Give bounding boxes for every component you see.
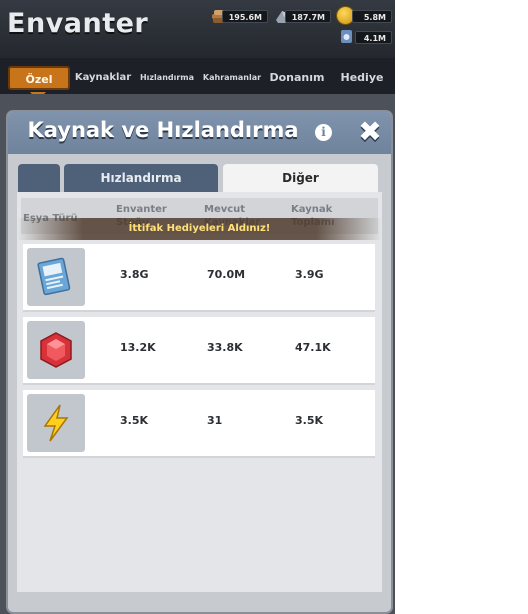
tab-hediye[interactable]: Hediye [332, 66, 392, 90]
tab-kahramanlar[interactable]: Kahramanlar [200, 66, 264, 90]
subtab-diger[interactable]: Diğer [223, 164, 378, 192]
exp-book-icon [27, 248, 85, 306]
stock-value: 13.2K [120, 341, 156, 354]
page-title: Envanter [7, 8, 149, 39]
available-value: 31 [207, 414, 223, 427]
iron-amount: 187.7M [285, 10, 331, 23]
table-row[interactable]: 3.5K 31 3.5K [23, 390, 375, 458]
total-value: 3.9G [295, 268, 324, 281]
dialog-title: Kaynak ve Hızlandırma [27, 118, 299, 142]
gold-amount: 5.8M [352, 10, 392, 23]
total-value: 3.5K [295, 414, 324, 427]
top-bar: Envanter 195.6M 187.7M 5.8M 4.1M [0, 0, 395, 58]
resource-speedup-dialog: Kaynak ve Hızlandırma i ✖ Hızlandırma Di… [8, 112, 391, 612]
table-row[interactable]: 13.2K 33.8K 47.1K [23, 317, 375, 385]
stock-value: 3.8G [120, 268, 149, 281]
close-icon[interactable]: ✖ [356, 118, 384, 146]
tab-donanim[interactable]: Donanım [266, 66, 328, 90]
lab-icon [338, 28, 355, 45]
ruby-icon [27, 321, 85, 379]
info-icon[interactable]: i [315, 124, 332, 141]
energy-bolt-icon [27, 394, 85, 452]
table-row[interactable]: 3.8G 70.0M 3.9G [23, 244, 375, 312]
lab-amount: 4.1M [355, 31, 392, 44]
wood-amount: 195.6M [222, 10, 268, 23]
dialog-header: Kaynak ve Hızlandırma i ✖ [8, 112, 391, 154]
category-tabs: Özel Kaynaklar Hızlandırma Kahramanlar D… [0, 58, 395, 96]
tab-kaynaklar[interactable]: Kaynaklar [72, 66, 134, 90]
available-value: 70.0M [207, 268, 246, 281]
subtab-spacer [18, 164, 60, 192]
subtab-hizlandirma[interactable]: Hızlandırma [64, 164, 218, 192]
notification-toast: İttifak Hediyeleri Aldınız! [17, 218, 382, 240]
inventory-screen: Envanter 195.6M 187.7M 5.8M 4.1M Özel Ka… [0, 0, 395, 614]
available-value: 33.8K [207, 341, 243, 354]
tab-ozel[interactable]: Özel [8, 66, 70, 90]
stock-value: 3.5K [120, 414, 149, 427]
total-value: 47.1K [295, 341, 331, 354]
dialog-subtabs: Hızlandırma Diğer [18, 164, 380, 192]
tab-hizlandirma[interactable]: Hızlandırma [135, 66, 199, 90]
resource-table: Eşya Türü Envanter Stoğu Mevcut Kaynakla… [17, 192, 382, 592]
